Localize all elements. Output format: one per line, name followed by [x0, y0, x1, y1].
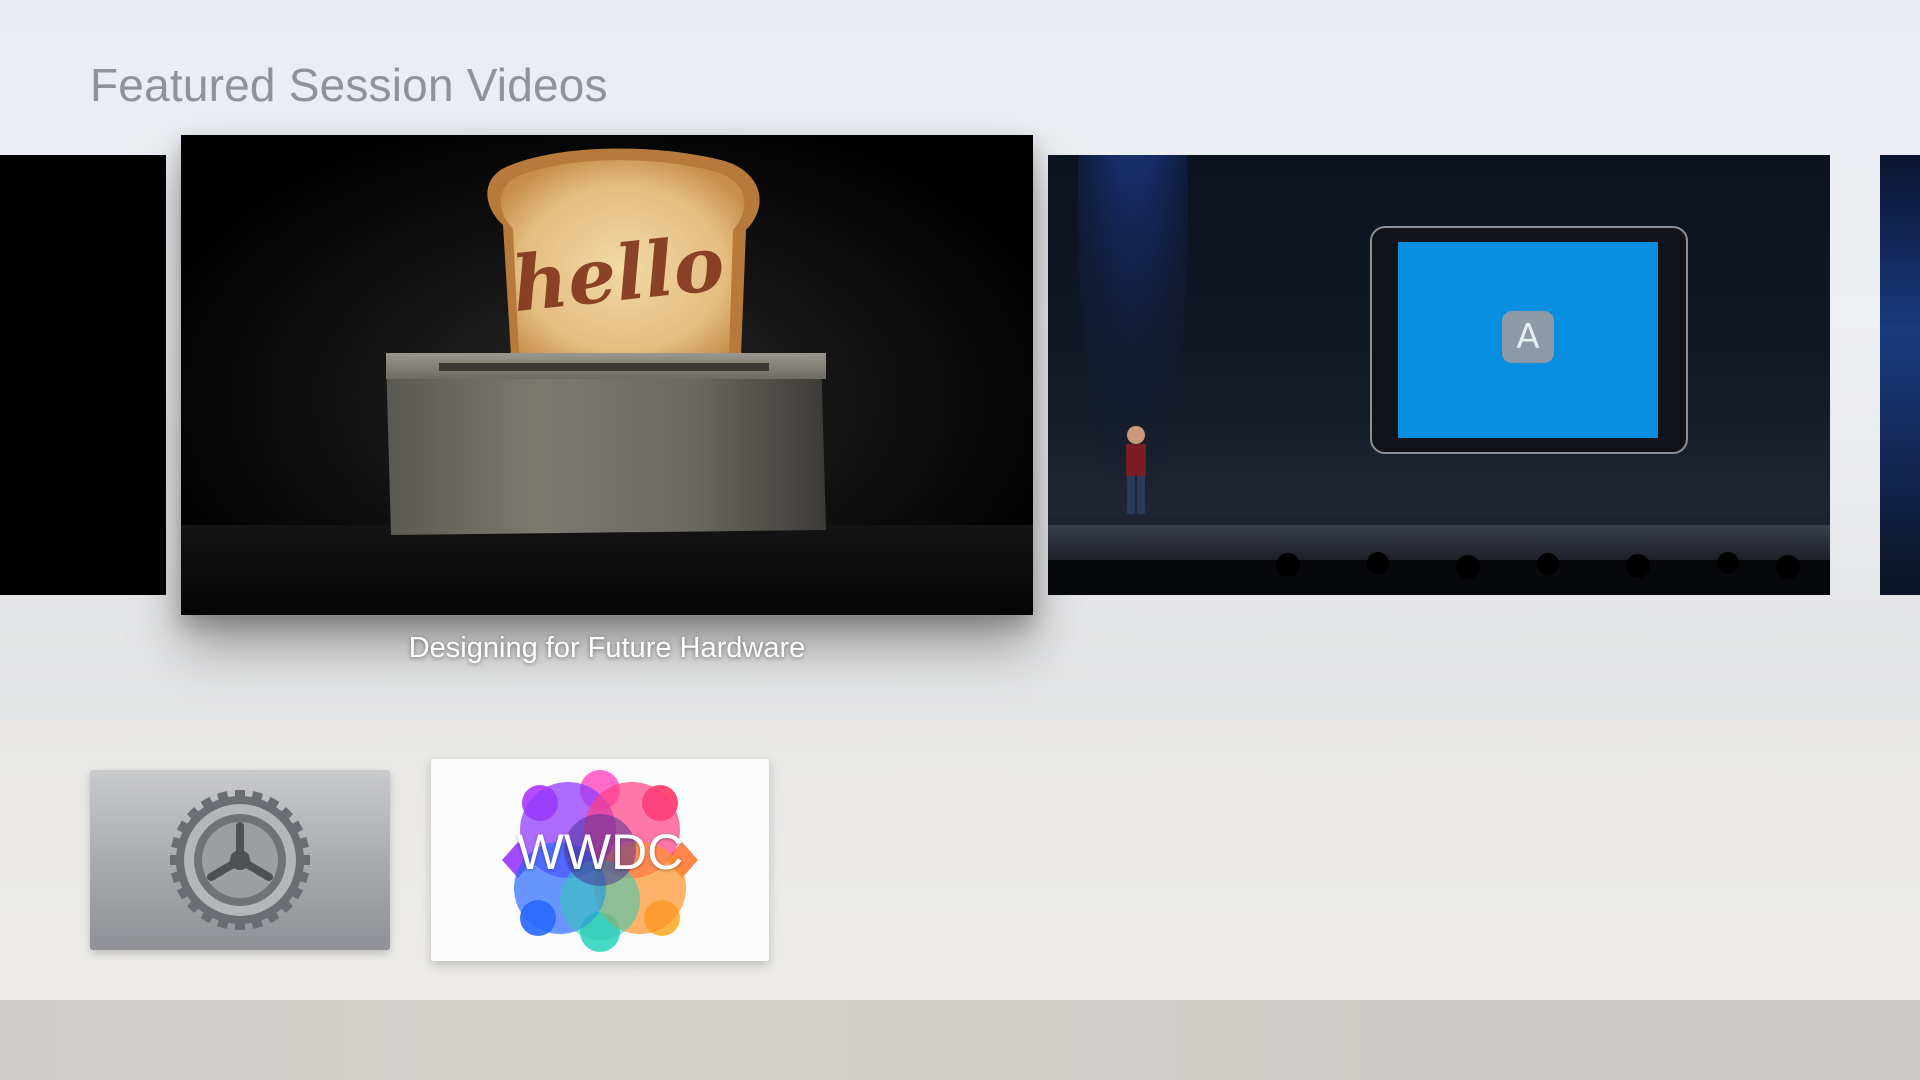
video-thumbnail-previous[interactable]: [0, 155, 166, 595]
video-thumbnail-far-next[interactable]: [1880, 155, 1920, 595]
app-store-icon: A: [1516, 317, 1539, 357]
gear-icon: [170, 790, 310, 930]
stage-image: A: [1048, 155, 1830, 595]
home-screen-background: [0, 1000, 1920, 1080]
section-title: Featured Session Videos: [90, 59, 608, 111]
toast-image: hello: [181, 148, 1033, 615]
wwdc-label: WWDC: [516, 824, 684, 880]
focused-video-title: Designing for Future Hardware: [408, 632, 806, 664]
wwdc-app-icon[interactable]: WWDC: [431, 759, 769, 961]
settings-app-icon[interactable]: [90, 770, 390, 950]
video-thumbnail-designing-for-future-hardware[interactable]: hello: [181, 135, 1033, 615]
video-thumbnail-next[interactable]: A: [1048, 155, 1830, 595]
